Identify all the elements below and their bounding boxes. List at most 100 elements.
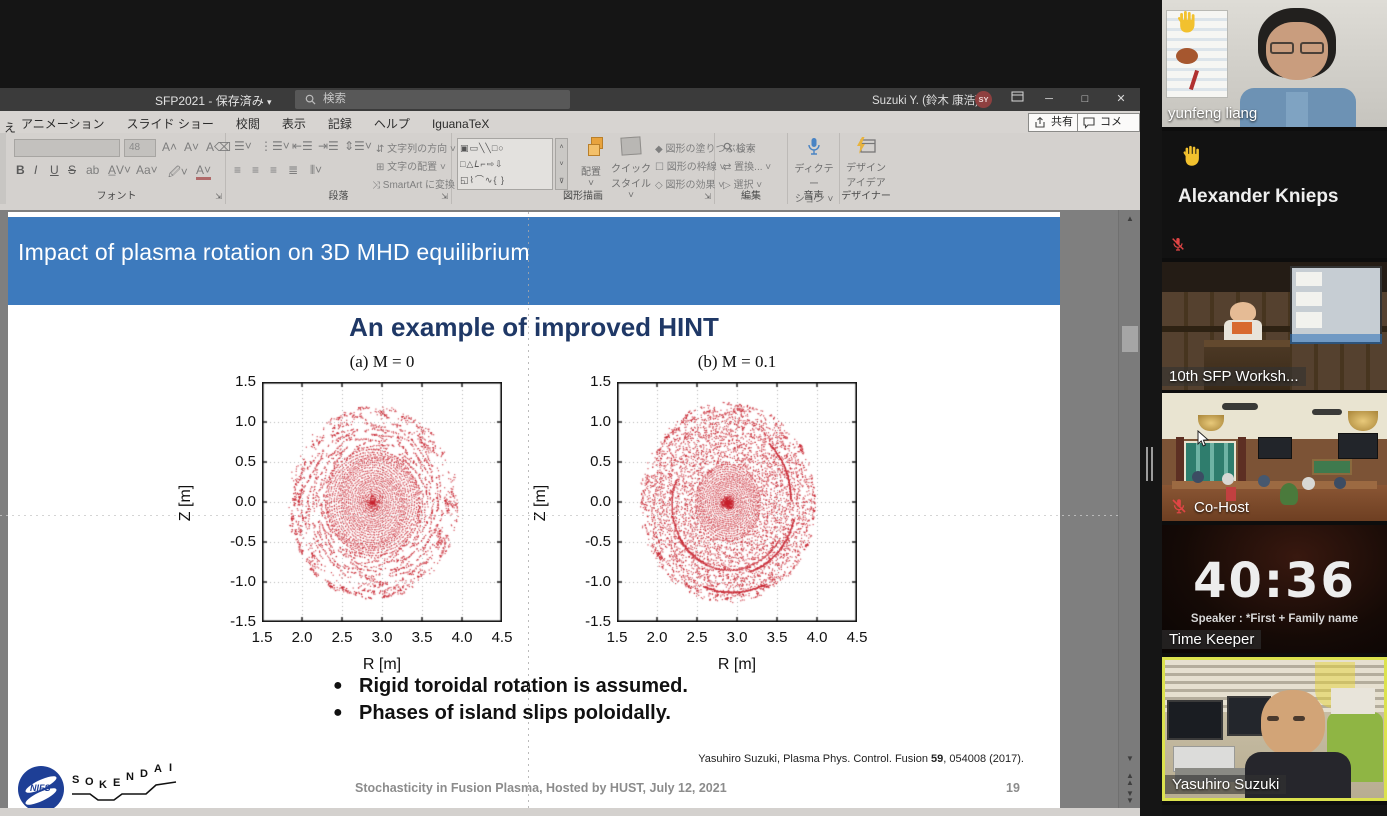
minimize-button[interactable]: ─	[1032, 88, 1066, 111]
increase-indent-button[interactable]: ⇥☰	[318, 139, 339, 153]
layout-divider-handle-2[interactable]	[1151, 447, 1153, 481]
video-tile-partial[interactable]	[1162, 805, 1387, 816]
document-title[interactable]: SFP2021 - 保存済み ▾	[155, 92, 272, 109]
ribbon-tab-row: え アニメーションスライド ショー校閲表示記録ヘルプIguanaTeX 共有 コ…	[0, 111, 1140, 133]
plot-0-ytick: 1.5	[212, 373, 256, 390]
font-group-label: フォント	[8, 187, 225, 202]
design-ideas-button[interactable]: デザイン アイデア	[842, 137, 890, 189]
font-color-button[interactable]: A˅	[196, 163, 211, 180]
line-spacing-button[interactable]: ⇕☰˅	[344, 139, 372, 153]
timer-subtitle: Speaker : *First + Family name	[1162, 613, 1387, 625]
sokendai-logo: SOKENDAI	[70, 770, 186, 806]
ribbon-tab-3[interactable]: 表示	[271, 111, 317, 133]
align-text-button[interactable]: ⊞ 文字の配置 ˅	[376, 158, 446, 173]
quick-styles-icon	[620, 136, 641, 155]
drawing-dialog-launcher[interactable]: ⇲	[704, 192, 711, 201]
plot-b-title: (b) M = 0.1	[617, 352, 857, 372]
text-shadow-button[interactable]: ab	[86, 163, 99, 177]
account-name[interactable]: Suzuki Y. (鈴木 康浩)	[872, 92, 979, 108]
search-placeholder: 検索	[323, 90, 346, 109]
ribbon-display-options-button[interactable]	[1000, 88, 1034, 111]
align-right-button[interactable]: ≡	[270, 163, 277, 177]
plot-1-ytick: -1.5	[567, 613, 611, 630]
decrease-indent-button[interactable]: ⇤☰	[292, 139, 313, 153]
scrollbar-thumb[interactable]	[1122, 326, 1138, 352]
paragraph-dialog-launcher[interactable]: ⇲	[441, 192, 448, 201]
muted-mic-icon	[1170, 236, 1186, 252]
search-icon	[305, 94, 316, 105]
shape-gallery[interactable]: ▣▭╲╲□○□△𝘓⌐⇨⇩◱⌇⌒∿{ }	[457, 138, 553, 190]
poincare-plot-b	[617, 382, 857, 622]
plot-0-ytick: 0.5	[212, 453, 256, 470]
share-button[interactable]: 共有	[1028, 113, 1081, 132]
ribbon-tab-6[interactable]: IguanaTeX	[421, 113, 500, 135]
arrange-icon	[580, 137, 602, 157]
previous-slide-button[interactable]: ▲▲	[1119, 772, 1140, 786]
plot-1-xtick: 4.0	[795, 629, 839, 646]
justify-button[interactable]: ≣	[288, 163, 298, 177]
ribbon-tab-0[interactable]: アニメーション	[10, 111, 116, 133]
bold-button[interactable]: B	[16, 163, 25, 177]
ribbon-tab-2[interactable]: 校閲	[225, 111, 271, 133]
ribbon-tab-4[interactable]: 記録	[317, 111, 363, 133]
change-case-button[interactable]: Aa˅	[136, 163, 158, 177]
search-input[interactable]: 検索	[295, 90, 570, 109]
font-name-combobox[interactable]	[14, 139, 120, 157]
video-tile-yunfeng-liang[interactable]: yunfeng liang	[1162, 0, 1387, 127]
slide-footer: Stochasticity in Fusion Plasma, Hosted b…	[355, 781, 727, 795]
highlight-color-button[interactable]: 🖉˅	[168, 163, 188, 184]
microphone-icon	[806, 137, 822, 157]
maximize-button[interactable]: □	[1068, 88, 1102, 111]
video-tile-co-host[interactable]: Co-Host	[1162, 393, 1387, 521]
columns-button[interactable]: ⫴˅	[310, 163, 322, 178]
strikethrough-button[interactable]: S	[68, 163, 76, 177]
video-tile-time-keeper[interactable]: 40:36 Speaker : *First + Family name Tim…	[1162, 525, 1387, 653]
slide-canvas[interactable]: Impact of plasma rotation on 3D MHD equi…	[8, 212, 1060, 808]
slide-heading: An example of improved HINT	[8, 312, 1060, 343]
scroll-up-arrow[interactable]: ▲	[1119, 214, 1140, 223]
arrange-button[interactable]: 配置˅	[574, 137, 608, 189]
raised-hand-icon	[1178, 143, 1204, 169]
plot-1-ytick: 1.0	[567, 413, 611, 430]
ribbon-tab-1[interactable]: スライド ショー	[116, 111, 225, 133]
align-center-button[interactable]: ≡	[252, 163, 259, 177]
align-left-button[interactable]: ≡	[234, 163, 241, 177]
comments-button[interactable]: コメント	[1077, 113, 1140, 132]
replace-button[interactable]: ⇄ 置換... ˅	[723, 158, 771, 173]
italic-button[interactable]: I	[34, 163, 37, 177]
video-tile-sfp-workshop[interactable]: 10th SFP Worksh...	[1162, 262, 1387, 390]
plot-0-xtick: 3.0	[360, 629, 404, 646]
shrink-font-button[interactable]: A˅	[184, 140, 199, 154]
video-tile-alexander-knieps[interactable]: Alexander Knieps	[1162, 131, 1387, 258]
clipped-ribbon-group	[0, 133, 6, 204]
character-spacing-button[interactable]: A̲V˅	[108, 163, 131, 177]
participant-name: yunfeng liang	[1168, 105, 1257, 122]
font-size-combobox[interactable]: 48	[124, 139, 156, 157]
font-dialog-launcher[interactable]: ⇲	[215, 192, 222, 201]
layout-divider-handle[interactable]	[1146, 447, 1148, 481]
scroll-down-arrow[interactable]: ▼	[1119, 754, 1140, 763]
numbering-button[interactable]: ⋮☰˅	[260, 139, 290, 153]
plot-0-xtick: 4.5	[480, 629, 524, 646]
find-button[interactable]: 検索	[723, 140, 756, 155]
close-button[interactable]: ✕	[1104, 88, 1138, 111]
account-avatar[interactable]: SY	[975, 91, 992, 108]
video-tile-yasuhiro-suzuki[interactable]: Yasuhiro Suzuki	[1162, 657, 1387, 801]
text-direction-button[interactable]: ⇵ 文字列の方向 ˅	[376, 140, 456, 155]
participant-name: Co-Host	[1194, 499, 1249, 516]
bullets-button[interactable]: ☰˅	[234, 139, 252, 153]
plot-0-xtick: 3.5	[400, 629, 444, 646]
plot-0-ytick: -1.0	[212, 573, 256, 590]
ribbon-group-designer: デザイン アイデア デザイナー	[840, 133, 892, 204]
underline-button[interactable]: U	[50, 163, 59, 177]
ribbon-group-voice: ディクテー ション ˅ 音声	[788, 133, 840, 204]
shape-gallery-scroll[interactable]: ˄˅⊽	[555, 138, 568, 190]
title-dropdown-icon[interactable]: ▾	[267, 97, 272, 107]
ribbon-tab-5[interactable]: ヘルプ	[363, 111, 421, 133]
guide-vertical	[528, 212, 529, 808]
vertical-scrollbar[interactable]: ▲ ▼ ▲▲ ▼▼	[1118, 210, 1140, 808]
next-slide-button[interactable]: ▼▼	[1119, 790, 1140, 804]
timer-value: 40:36	[1162, 553, 1387, 609]
grow-font-button[interactable]: A˄	[162, 140, 177, 154]
participant-name: Yasuhiro Suzuki	[1165, 775, 1286, 794]
